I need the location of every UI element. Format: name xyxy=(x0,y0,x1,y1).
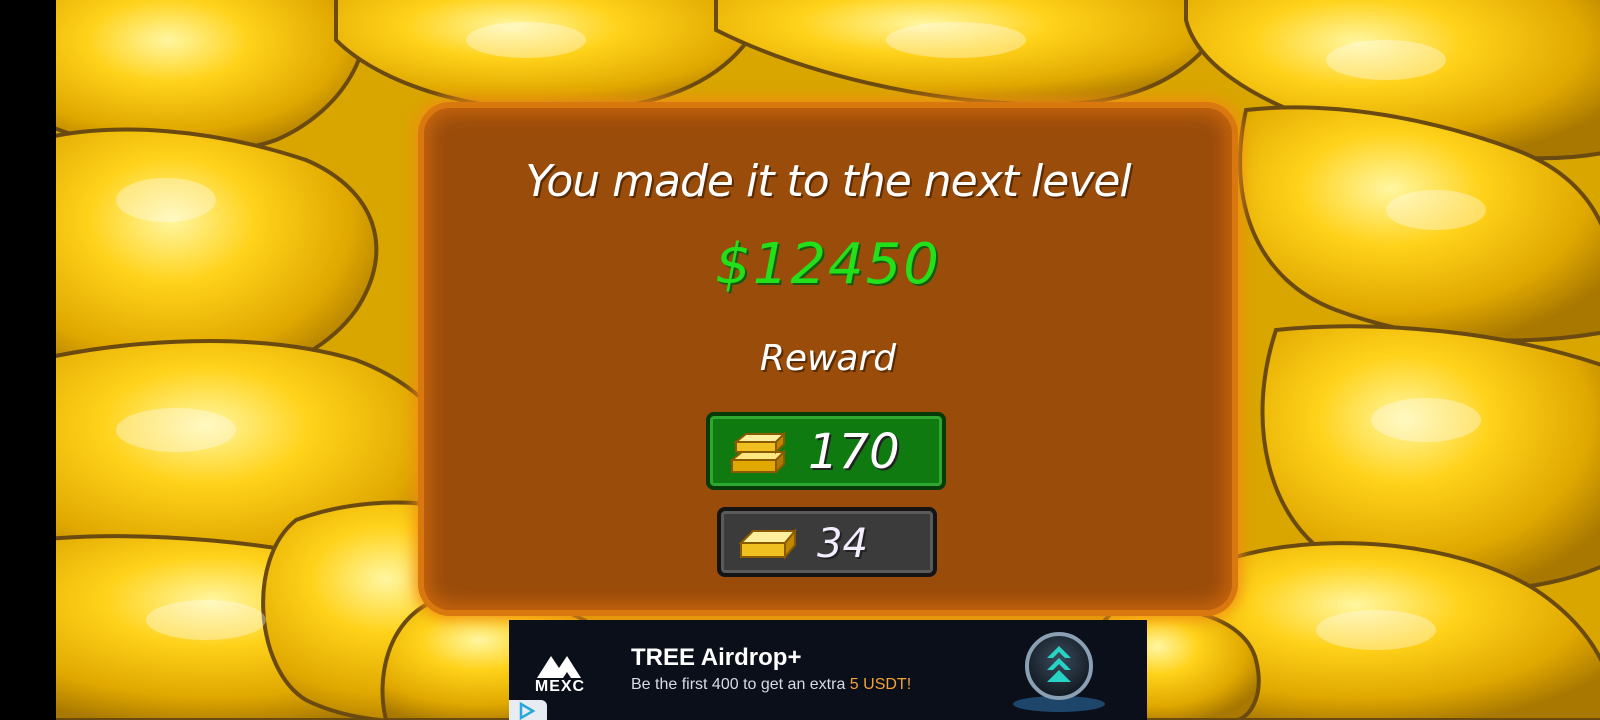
level-complete-dialog: You made it to the next level $12450 Rew… xyxy=(424,108,1232,610)
gold-bar-icon xyxy=(737,525,799,565)
ad-subtitle-text: Be the first 400 to get an extra xyxy=(631,676,850,693)
reward-value: 170 xyxy=(808,424,900,480)
reward-option-34-button[interactable]: 34 xyxy=(717,507,937,577)
ad-title: TREE Airdrop+ xyxy=(631,644,802,671)
ad-subtitle: Be the first 400 to get an extra 5 USDT! xyxy=(631,676,911,694)
game-screen: You made it to the next level $12450 Rew… xyxy=(0,0,1600,720)
reward-label: Reward xyxy=(759,338,897,379)
ad-banner[interactable]: MEXC TREE Airdrop+ Be the first 400 to g… xyxy=(509,620,1147,720)
ad-subtitle-highlight: 5 USDT! xyxy=(849,676,912,693)
reward-value: 34 xyxy=(817,521,868,567)
ad-brand-name: MEXC xyxy=(534,678,586,695)
ad-choices-button[interactable] xyxy=(509,700,547,720)
ad-choices-icon xyxy=(519,701,536,720)
tree-token-coin-icon xyxy=(1013,632,1105,712)
reward-option-170-button[interactable]: 170 xyxy=(706,412,946,490)
screen-edge-bar xyxy=(0,0,56,720)
level-complete-title: You made it to the next level xyxy=(525,156,1131,207)
gold-bars-stack-icon xyxy=(728,430,788,480)
money-total: $12450 xyxy=(715,232,941,297)
